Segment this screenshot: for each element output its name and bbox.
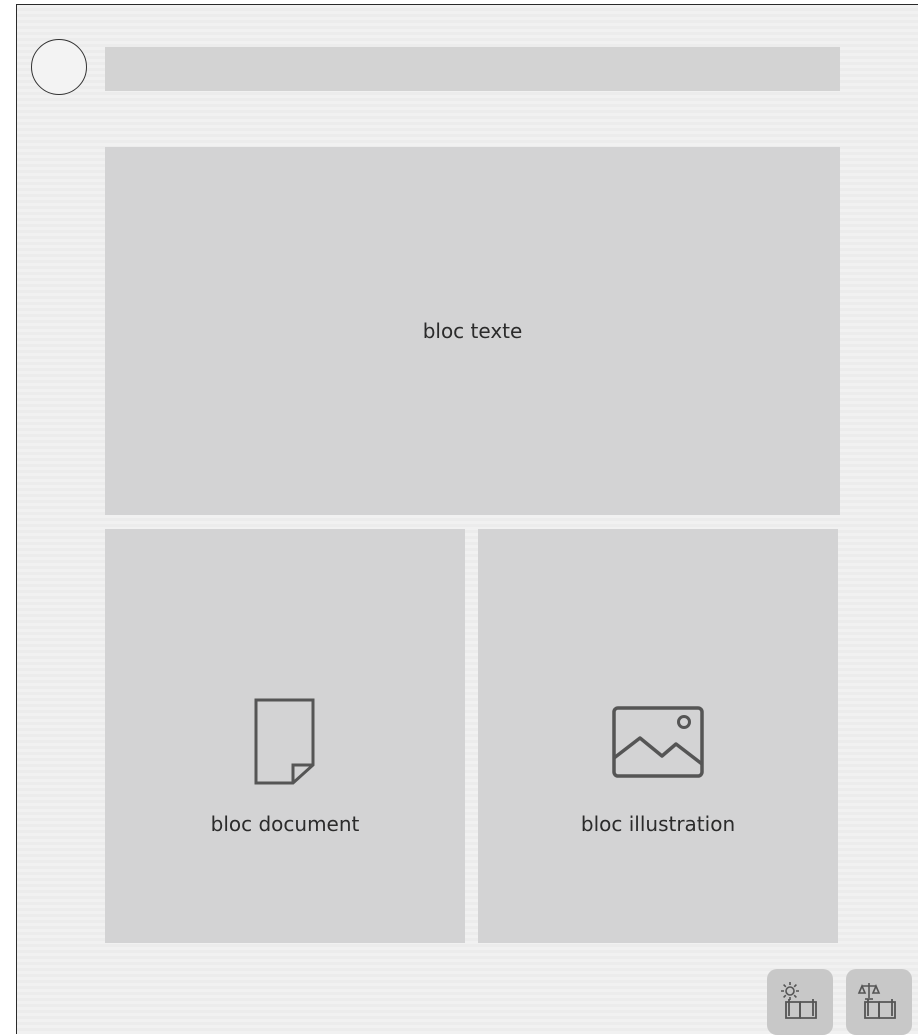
- legal-book-button[interactable]: [846, 969, 912, 1035]
- document-block[interactable]: bloc document: [105, 529, 465, 943]
- document-icon: [253, 694, 317, 790]
- settings-book-icon: [778, 980, 822, 1025]
- settings-book-button[interactable]: [767, 969, 833, 1035]
- avatar[interactable]: [31, 39, 87, 95]
- page-canvas: bloc texte bloc document bloc illustrati…: [16, 4, 918, 1035]
- illustration-block[interactable]: bloc illustration: [478, 529, 838, 943]
- scales-book-icon: [857, 980, 901, 1025]
- illustration-block-label: bloc illustration: [580, 812, 736, 836]
- image-icon: [612, 694, 704, 790]
- title-bar-placeholder[interactable]: [105, 47, 840, 91]
- document-block-label: bloc document: [210, 812, 360, 836]
- text-block[interactable]: bloc texte: [105, 147, 840, 515]
- text-block-label: bloc texte: [422, 319, 523, 343]
